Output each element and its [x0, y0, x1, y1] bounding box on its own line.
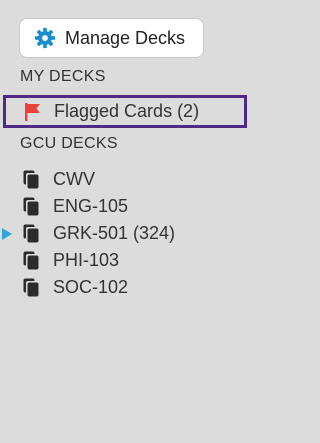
manage-decks-button[interactable]: Manage Decks: [19, 18, 204, 58]
deck-label: ENG-105: [53, 196, 129, 216]
deck-item-eng-105[interactable]: ENG-105: [0, 193, 253, 220]
cards-icon: [23, 224, 41, 243]
deck-label: SOC-102: [53, 277, 129, 297]
deck-item-phi-103[interactable]: PHI-103: [0, 247, 253, 274]
flag-icon: [25, 102, 41, 121]
gcu-deck-list: CWV ENG-105 GRK-501 (324) PHI-103 SOC-10…: [0, 166, 253, 301]
deck-item-cwv[interactable]: CWV: [0, 166, 253, 193]
flagged-cards-label: Flagged Cards (2): [54, 101, 200, 121]
deck-item-grk-501[interactable]: GRK-501 (324): [0, 220, 253, 247]
deck-item-soc-102[interactable]: SOC-102: [0, 274, 253, 301]
deck-label: CWV: [53, 169, 95, 189]
gcu-decks-header: GCU DECKS: [20, 135, 118, 152]
deck-label: PHI-103: [53, 250, 120, 270]
my-decks-header: MY DECKS: [20, 68, 106, 85]
manage-decks-label: Manage Decks: [65, 27, 186, 48]
cards-icon: [23, 251, 41, 270]
flagged-cards-item[interactable]: Flagged Cards (2): [3, 95, 247, 128]
cards-icon: [23, 197, 41, 216]
cards-icon: [23, 278, 41, 297]
cards-icon: [23, 170, 41, 189]
current-deck-indicator: [2, 228, 12, 240]
gear-icon: [34, 27, 56, 49]
deck-label: GRK-501 (324): [53, 223, 176, 243]
